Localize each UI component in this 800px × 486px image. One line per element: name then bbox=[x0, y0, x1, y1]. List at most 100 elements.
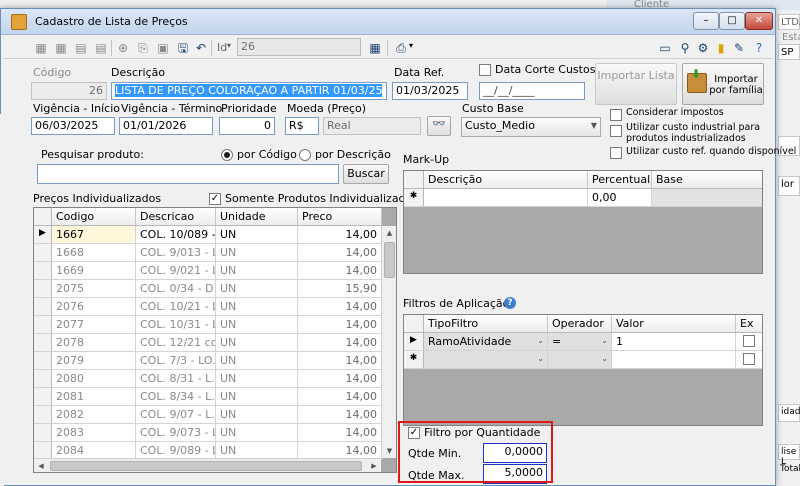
markup-grid[interactable]: Descrição Percentual Base ✱ 0,00 bbox=[403, 170, 763, 274]
custo-industrial-checkbox[interactable] bbox=[610, 125, 622, 137]
unidade-cell[interactable]: UN bbox=[216, 388, 298, 406]
somente-checkbox[interactable]: ✓ bbox=[209, 193, 221, 205]
prioridade-input[interactable]: 0 bbox=[219, 117, 275, 135]
descricao-cell[interactable]: COL. 9/021 - L... bbox=[136, 262, 216, 280]
col-markup-base[interactable]: Base bbox=[652, 171, 762, 189]
custo-base-select[interactable]: Custo_Medio ▼ bbox=[461, 117, 601, 137]
codigo-cell[interactable]: 2078 bbox=[52, 334, 136, 352]
ex-new-checkbox[interactable] bbox=[743, 353, 755, 365]
col-markup-percentual[interactable]: Percentual bbox=[588, 171, 652, 189]
table-icon[interactable]: ▦ bbox=[367, 40, 383, 56]
codigo-cell[interactable]: 2076 bbox=[52, 298, 136, 316]
data-ref-input[interactable]: 01/03/2025 bbox=[392, 82, 468, 100]
descricao-cell[interactable]: COL. 10/31 - L... bbox=[136, 316, 216, 334]
id-input[interactable]: 26 bbox=[237, 38, 361, 56]
filtros-grid[interactable]: TipoFiltro Operador Valor Ex ▶ RamoAtivi… bbox=[403, 314, 763, 426]
tipofiltro-cell[interactable]: RamoAtividade ⌄ bbox=[424, 333, 548, 351]
valor-cell[interactable]: 1 bbox=[612, 333, 736, 351]
codigo-cell[interactable]: 1667 bbox=[52, 226, 136, 244]
descricao-cell[interactable]: COL. 9/073 - L... bbox=[136, 424, 216, 442]
preco-cell[interactable]: 14,00 bbox=[298, 406, 382, 424]
markup-descricao-cell[interactable] bbox=[424, 189, 588, 207]
custo-ref-checkbox[interactable] bbox=[610, 147, 622, 159]
unidade-cell[interactable]: UN bbox=[216, 298, 298, 316]
precos-grid[interactable]: Codigo Descricao Unidade Preco ▶ 1667 COL.… bbox=[33, 207, 397, 473]
codigo-cell[interactable]: 1668 bbox=[52, 244, 136, 262]
por-codigo-radio[interactable] bbox=[221, 149, 233, 161]
first-record-icon[interactable]: ▦ bbox=[33, 40, 49, 56]
valor-new-cell[interactable] bbox=[612, 351, 736, 369]
col-operador[interactable]: Operador bbox=[548, 315, 612, 333]
col-descricao[interactable]: Descricao bbox=[136, 208, 216, 226]
scroll-left-icon[interactable]: ◀ bbox=[34, 459, 48, 472]
markup-base-cell[interactable] bbox=[652, 189, 762, 207]
paste-icon[interactable]: ▣ bbox=[155, 40, 171, 56]
table-row[interactable]: 2076COL. 10/21 - L...UN14,00 bbox=[34, 298, 396, 316]
filtros-row[interactable]: ▶ RamoAtividade ⌄ = ⌄ 1 bbox=[404, 333, 762, 351]
descricao-cell[interactable]: COL. 7/3 - LO... bbox=[136, 352, 216, 370]
precos-hscroll[interactable]: ◀ ▶ bbox=[34, 458, 381, 472]
ex-checkbox[interactable] bbox=[743, 335, 755, 347]
preco-cell[interactable]: 14,00 bbox=[298, 262, 382, 280]
new-record-icon[interactable]: ▤ bbox=[73, 40, 89, 56]
col-markup-descricao[interactable]: Descrição bbox=[424, 171, 588, 189]
help-icon[interactable]: ? bbox=[751, 40, 767, 56]
codigo-cell[interactable]: 2075 bbox=[52, 280, 136, 298]
descricao-cell[interactable]: COL. 9/07 - L... bbox=[136, 406, 216, 424]
table-row[interactable]: 2081 COL. 8/34 - L... UN 14,00 bbox=[34, 388, 396, 406]
unidade-cell[interactable]: UN bbox=[216, 352, 298, 370]
table-row[interactable]: 2083COL. 9/073 - L...UN14,00 bbox=[34, 424, 396, 442]
table-row[interactable]: 2082 COL. 9/07 - L... UN 14,00 bbox=[34, 406, 396, 424]
tipofiltro-new-cell[interactable]: ⌄ bbox=[424, 351, 548, 369]
preco-cell[interactable]: 14,00 bbox=[298, 388, 382, 406]
settings-icon[interactable]: ⚙ bbox=[695, 40, 711, 56]
preco-cell[interactable]: 14,00 bbox=[298, 334, 382, 352]
col-ex[interactable]: Ex bbox=[736, 315, 762, 333]
help-icon[interactable]: ? bbox=[504, 297, 516, 309]
col-tipofiltro[interactable]: TipoFiltro bbox=[424, 315, 548, 333]
window-titlebar[interactable]: Cadastro de Lista de Preços – □ ✕ bbox=[1, 9, 775, 35]
unidade-cell[interactable]: UN bbox=[216, 262, 298, 280]
codigo-cell[interactable]: 1669 bbox=[52, 262, 136, 280]
markup-percentual-cell[interactable]: 0,00 bbox=[588, 189, 652, 207]
data-corte-checkbox[interactable] bbox=[479, 64, 491, 76]
operador-new-cell[interactable]: ⌄ bbox=[548, 351, 612, 369]
table-row[interactable]: 2079 COL. 7/3 - LO... UN 14,00 bbox=[34, 352, 396, 370]
table-row[interactable]: 1669COL. 9/021 - L...UN14,00 bbox=[34, 262, 396, 280]
undo-icon[interactable]: ↶ bbox=[193, 40, 209, 56]
minimize-button[interactable]: – bbox=[693, 12, 719, 30]
unidade-cell[interactable]: UN bbox=[216, 280, 298, 298]
col-codigo[interactable]: Codigo bbox=[52, 208, 136, 226]
unidade-cell[interactable]: UN bbox=[216, 226, 298, 244]
buscar-button[interactable]: Buscar bbox=[343, 164, 389, 184]
search-icon[interactable]: ⚲ bbox=[677, 40, 693, 56]
table-row[interactable]: 2080 COL. 8/31 - L... UN 14,00 bbox=[34, 370, 396, 388]
preco-cell[interactable]: 15,90 bbox=[298, 280, 382, 298]
operador-cell[interactable]: = ⌄ bbox=[548, 333, 612, 351]
preco-cell[interactable]: 14,00 bbox=[298, 424, 382, 442]
preco-cell[interactable]: 14,00 bbox=[298, 352, 382, 370]
close-button[interactable]: ✕ bbox=[745, 12, 773, 30]
print-icon[interactable]: ⎙ bbox=[393, 40, 409, 56]
por-descricao-radio[interactable] bbox=[299, 149, 311, 161]
precos-vscroll[interactable]: ▲ ▼ bbox=[381, 226, 396, 458]
scroll-thumb[interactable] bbox=[384, 242, 395, 278]
descricao-cell[interactable]: COL. 10/089 - ... bbox=[136, 226, 216, 244]
markup-new-row[interactable]: ✱ 0,00 bbox=[404, 189, 762, 207]
ex-cell[interactable] bbox=[736, 333, 762, 351]
data-corte-input[interactable]: __/__/____ bbox=[479, 82, 585, 100]
preco-cell[interactable]: 14,00 bbox=[298, 298, 382, 316]
codigo-cell[interactable]: 2083 bbox=[52, 424, 136, 442]
importar-familia-button[interactable]: ⬇ Importar por família bbox=[682, 63, 764, 105]
search-input[interactable] bbox=[37, 164, 339, 184]
table-row[interactable]: 1668COL. 9/013 - L...UN14,00 bbox=[34, 244, 396, 262]
unidade-cell[interactable]: UN bbox=[216, 316, 298, 334]
copy-icon[interactable]: ⎘ bbox=[135, 40, 151, 56]
codigo-cell[interactable]: 2079 bbox=[52, 352, 136, 370]
vigencia-termino-input[interactable]: 01/01/2026 bbox=[119, 117, 213, 135]
print-dropdown-icon[interactable]: ▾ bbox=[409, 41, 413, 50]
unidade-cell[interactable]: UN bbox=[216, 244, 298, 262]
tools-icon[interactable]: ✎ bbox=[731, 40, 747, 56]
importar-lista-button[interactable]: Importar Lista bbox=[595, 63, 677, 105]
save-icon[interactable]: 🖫 bbox=[175, 40, 191, 56]
